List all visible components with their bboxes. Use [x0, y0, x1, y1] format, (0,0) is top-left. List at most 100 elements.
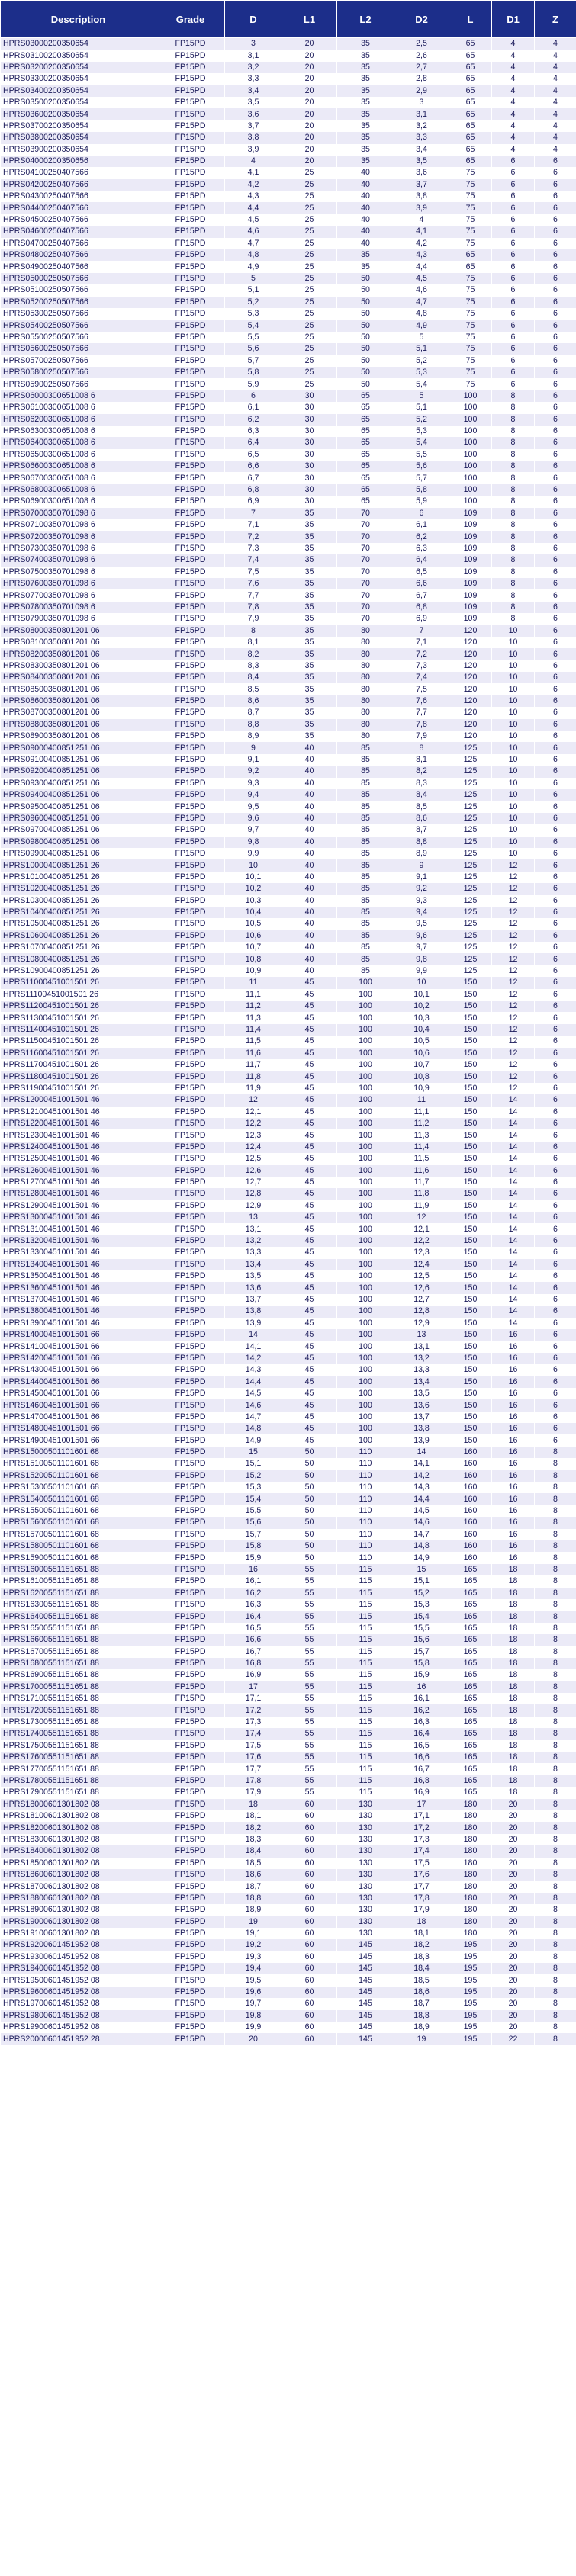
- cell-z: 8: [534, 1446, 576, 1459]
- cell-d2: 13,2: [394, 1352, 449, 1365]
- cell-l: 125: [449, 906, 492, 919]
- cell-l1: 50: [282, 1446, 337, 1459]
- cell-grade: FP15PD: [156, 1775, 225, 1787]
- cell-d2: 5,5: [394, 448, 449, 461]
- cell-l2: 130: [336, 1822, 394, 1834]
- cell-d1: 8: [491, 507, 535, 520]
- cell-d2: 17,4: [394, 1845, 449, 1858]
- cell-grade: FP15PD: [156, 496, 225, 508]
- cell-description: HPRS06400300651008 6: [0, 437, 156, 449]
- cell-z: 6: [534, 1411, 576, 1424]
- cell-d2: 18,5: [394, 1974, 449, 1987]
- cell-l2: 50: [336, 378, 394, 390]
- cell-d1: 16: [491, 1505, 535, 1518]
- cell-l1: 40: [282, 801, 337, 813]
- cell-description: HPRS09000400851251 06: [0, 742, 156, 754]
- table-row: HPRS20000601451952 28 FP15PD 20 60 145 19 195 2…: [0, 2033, 576, 2045]
- cell-description: HPRS04000200350656: [0, 155, 156, 168]
- cell-l: 165: [449, 1716, 492, 1729]
- cell-d1: 20: [491, 1939, 535, 1951]
- cell-d2: 18,1: [394, 1927, 449, 1940]
- cell-grade: FP15PD: [156, 155, 225, 168]
- cell-d: 14,2: [224, 1352, 282, 1365]
- table-row: HPRS19800601451952 08 FP15PD 19,8 60 145 18,8…: [0, 2009, 576, 2022]
- cell-l: 150: [449, 1411, 492, 1424]
- cell-d2: 18: [394, 1916, 449, 1928]
- cell-d1: 20: [491, 1833, 535, 1846]
- cell-grade: FP15PD: [156, 425, 225, 438]
- cell-description: HPRS08700350801201 06: [0, 707, 156, 719]
- cell-d2: 4: [394, 214, 449, 226]
- cell-d1: 12: [491, 965, 535, 978]
- cell-d: 13,4: [224, 1258, 282, 1271]
- cell-d: 10,9: [224, 965, 282, 978]
- cell-l: 165: [449, 1787, 492, 1799]
- cell-grade: FP15PD: [156, 1306, 225, 1318]
- cell-l: 75: [449, 307, 492, 320]
- cell-d1: 20: [491, 2009, 535, 2022]
- cell-d2: 16,9: [394, 1787, 449, 1799]
- cell-l: 120: [449, 683, 492, 695]
- cell-description: HPRS06600300651008 6: [0, 461, 156, 473]
- cell-d: 10,3: [224, 895, 282, 907]
- cell-description: HPRS07400350701098 6: [0, 554, 156, 567]
- cell-l: 125: [449, 953, 492, 965]
- cell-l1: 60: [282, 1881, 337, 1893]
- cell-z: 4: [534, 132, 576, 144]
- cell-l1: 35: [282, 636, 337, 649]
- cell-d1: 10: [491, 672, 535, 684]
- cell-description: HPRS14500451001501 66: [0, 1387, 156, 1400]
- cell-d: 12,4: [224, 1141, 282, 1154]
- cell-d1: 16: [491, 1341, 535, 1353]
- table-row: HPRS10700400851251 26 FP15PD 10,7 40 85 9,7 12…: [0, 942, 576, 954]
- cell-l: 125: [449, 812, 492, 825]
- cell-z: 4: [534, 96, 576, 109]
- cell-l2: 100: [336, 1376, 394, 1388]
- cell-z: 8: [534, 1728, 576, 1740]
- cell-l1: 35: [282, 718, 337, 731]
- cell-d1: 8: [491, 425, 535, 438]
- cell-d: 16,3: [224, 1598, 282, 1611]
- cell-l: 165: [449, 1587, 492, 1599]
- table-row: HPRS08000350801201 06 FP15PD 8 35 80 7 120 10 6: [0, 625, 576, 637]
- cell-d2: 8,8: [394, 836, 449, 848]
- table-row: HPRS08400350801201 06 FP15PD 8,4 35 80 7,4 120…: [0, 672, 576, 684]
- cell-z: 6: [534, 789, 576, 801]
- cell-l1: 45: [282, 1306, 337, 1318]
- cell-d2: 17,3: [394, 1833, 449, 1846]
- cell-z: 6: [534, 847, 576, 860]
- cell-l1: 45: [282, 1176, 337, 1189]
- cell-grade: FP15PD: [156, 331, 225, 344]
- cell-d2: 2,8: [394, 73, 449, 85]
- cell-l: 125: [449, 789, 492, 801]
- cell-l1: 45: [282, 1094, 337, 1107]
- cell-l1: 55: [282, 1752, 337, 1764]
- cell-d1: 8: [491, 402, 535, 414]
- cell-d1: 6: [491, 284, 535, 297]
- cell-z: 6: [534, 437, 576, 449]
- cell-z: 4: [534, 143, 576, 156]
- cell-l1: 60: [282, 2009, 337, 2022]
- cell-d: 19,8: [224, 2009, 282, 2022]
- cell-l2: 100: [336, 1423, 394, 1435]
- cell-d1: 16: [491, 1482, 535, 1494]
- table-row: HPRS11500451001501 26 FP15PD 11,5 45 100 10,5…: [0, 1036, 576, 1048]
- cell-l2: 110: [336, 1552, 394, 1564]
- cell-l1: 25: [282, 320, 337, 332]
- table-row: HPRS07000350701098 6 FP15PD 7 35 70 6 109 8 6: [0, 507, 576, 520]
- cell-z: 6: [534, 942, 576, 954]
- cell-d2: 15,3: [394, 1598, 449, 1611]
- cell-grade: FP15PD: [156, 1505, 225, 1518]
- cell-description: HPRS18900601301802 08: [0, 1904, 156, 1916]
- cell-d1: 14: [491, 1164, 535, 1177]
- cell-d1: 20: [491, 1892, 535, 1905]
- cell-l: 75: [449, 226, 492, 238]
- cell-l1: 45: [282, 1023, 337, 1036]
- cell-d: 4: [224, 155, 282, 168]
- cell-l2: 130: [336, 1881, 394, 1893]
- cell-grade: FP15PD: [156, 906, 225, 919]
- cell-l: 120: [449, 636, 492, 649]
- cell-l: 150: [449, 1341, 492, 1353]
- cell-grade: FP15PD: [156, 766, 225, 778]
- cell-l: 109: [449, 601, 492, 614]
